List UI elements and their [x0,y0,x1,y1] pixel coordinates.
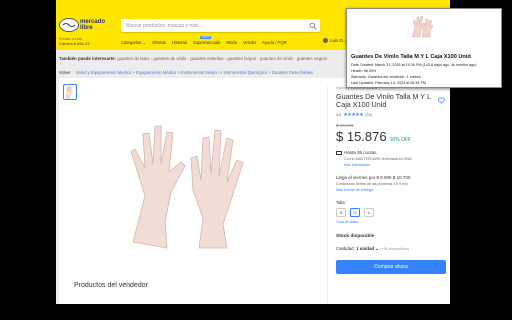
mercadolibre-logo-icon[interactable] [59,18,79,32]
interest-bar: También puede interesarte: guantes de la… [59,56,327,61]
installments-text: Hasta 36 cuotas [344,150,377,155]
ship-to[interactable]: Enviar a Luis Carrera 8 #5e-23 [59,36,89,46]
divider [327,86,328,304]
nav-ayuda[interactable]: Ayuda / PQR [262,40,286,45]
search-input[interactable] [126,19,306,32]
size-m[interactable]: M [350,208,360,217]
rating-value: 4.6 [336,113,342,117]
logo-text: mercado libre [80,19,106,31]
discount-badge: 16% OFF [389,137,412,143]
size-l[interactable]: L [364,208,374,217]
arrival-price: $ 8.905 $ 10.700 [376,175,411,180]
price: $ 15.876 [336,129,387,144]
heart-icon[interactable] [438,97,445,104]
user-menu[interactable]: Luis D... [323,38,347,44]
size-label: Talla: [336,200,346,205]
screen: mercado libre Enviar a Luis Carrera 8 #5… [0,0,512,320]
quantity-selector[interactable]: Cantidad: 1 unidad ⌄ (+50 disponibles) [336,246,446,252]
star-icon: ★★★★★ [343,112,364,118]
quantity-available: (+50 disponibles) [380,247,410,251]
nav-moda[interactable]: Moda [226,40,236,45]
installments: Hasta 36 cuotas [336,150,446,155]
size-options: S M L [336,208,446,217]
product-image-gloves[interactable] [123,100,253,250]
nav-ofertas[interactable]: Ofertas [152,40,166,45]
breadcrumb: Volver Salud y Equipamiento Médico > Equ… [59,70,313,75]
size-s[interactable]: S [336,208,346,217]
stock-status: Stock disponible [336,234,375,239]
tooltip-date-created: Date Created: March 31, 2025 at 10:30 PM… [351,63,477,67]
tooltip-gloves-image [411,15,434,38]
thumbnail-selected[interactable] [63,84,77,100]
price-row: $ 15.876 16% OFF [336,129,446,144]
ship-to-address: Carrera 8 #5e-23 [59,41,90,46]
main-nav: Categorías ⌄ Ofertas Historial Supermerc… [121,36,287,45]
nav-supermercado-label: Supermercado [193,40,221,45]
nav-supermercado[interactable]: Supermercado NUEVO [193,36,221,45]
arrival-sub: Comprando dentro de las próximas 4 h 9 m… [336,182,408,186]
old-price: $ 18.900 [336,123,354,128]
tooltip-warranty: Warranty: Garantía del vendedor: 1 meses [351,75,421,79]
tooltip-title: Guantes De Vinilo Talla M Y L Caja X100 … [351,54,471,60]
rating[interactable]: 4.6 ★★★★★ (23) [336,112,446,118]
product-title: Guantes De Vinilo Talla M Y L Caja X100 … [336,92,431,109]
gloves-thumb-icon [65,85,73,99]
more-info-link[interactable]: Más información [344,163,446,167]
product-info: Nuevo | +1000 vendidos Guantes De Vinilo… [336,86,446,274]
tooltip-last-updated: Last Updated: February 13, 2024 at 06:34… [351,81,427,85]
interest-label: También puede interesarte: [59,56,117,61]
installments-sub: Con tu MASTERCARD terminada en 0062 [344,157,412,161]
nav-vender[interactable]: Vender [243,40,256,45]
seller-products-title: Productos del vendedor [74,282,148,289]
quantity-value: 1 unidad ⌄ [356,246,379,251]
nav-categorias[interactable]: Categorías ⌄ [121,40,146,45]
search-icon[interactable] [309,22,317,30]
nav-historial[interactable]: Historial [172,40,187,45]
interest-links[interactable]: guantes de latex - guantes de vinilo - g… [117,56,327,61]
user-avatar-icon [323,38,328,44]
product-info-tooltip: Guantes De Vinilo Talla M Y L Caja X100 … [346,8,502,88]
product-card: Productos del vendedor Nuevo | +1000 ven… [59,78,450,304]
delivery-options-link[interactable]: Más formas de entrega [336,188,446,192]
buy-now-button[interactable]: Comprar ahora [336,260,446,274]
size-guide-link[interactable]: Guía de tallas [336,220,446,224]
arrival-text: Llega el viernes por [336,175,376,180]
arrival: Llega el viernes por $ 8.905 $ 10.700 [336,175,446,180]
search-bar[interactable] [121,19,320,32]
new-badge: NUEVO [200,36,211,39]
back-link[interactable]: Volver [59,70,71,75]
user-name: Luis D... [330,38,347,43]
tooltip-health: Health: 98.00% [351,69,377,73]
credit-card-icon [336,150,342,155]
breadcrumb-path[interactable]: Salud y Equipamiento Médico > Equipamien… [76,70,313,75]
review-count: (23) [365,113,372,117]
quantity-label: Cantidad: [336,246,355,251]
